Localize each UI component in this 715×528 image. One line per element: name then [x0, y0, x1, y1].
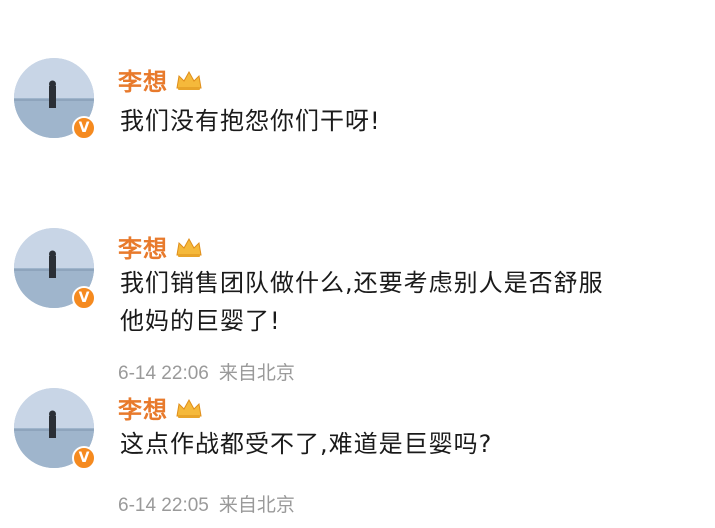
- content-line: 他妈的巨婴了!: [120, 307, 281, 335]
- avatar[interactable]: V: [14, 228, 98, 312]
- timestamp: 6-14 22:05: [118, 495, 209, 516]
- avatar[interactable]: V: [14, 58, 98, 142]
- username[interactable]: 李想: [118, 229, 168, 264]
- content-line: 我们没有抱怨你们干呀!: [120, 107, 381, 135]
- avatar[interactable]: V: [14, 388, 98, 472]
- content-line: 我们销售团队做什么,还要考虑别人是否舒服: [120, 269, 604, 297]
- crown-icon: [176, 398, 202, 418]
- post-content: 我们销售团队做什么,还要考虑别人是否舒服 他妈的巨婴了!: [120, 264, 700, 340]
- post-meta: 6-14 22:06 来自北京: [118, 358, 295, 385]
- username[interactable]: 李想: [118, 62, 168, 97]
- content-line: 这点作战都受不了,难道是巨婴吗?: [120, 430, 493, 458]
- crown-icon: [176, 70, 202, 90]
- timestamp: 6-14 22:06: [118, 363, 209, 384]
- verified-badge-icon: V: [72, 286, 96, 310]
- post-content: 这点作战都受不了,难道是巨婴吗?: [120, 425, 700, 463]
- post-source: 来自北京: [218, 495, 295, 516]
- post-source: 来自北京: [218, 363, 295, 384]
- crown-icon: [176, 237, 202, 257]
- verified-badge-icon: V: [72, 116, 96, 140]
- username[interactable]: 李想: [118, 390, 168, 425]
- verified-badge-icon: V: [72, 446, 96, 470]
- post-meta: 6-14 22:05 来自北京: [118, 490, 295, 517]
- post-content: 我们没有抱怨你们干呀!: [120, 102, 700, 140]
